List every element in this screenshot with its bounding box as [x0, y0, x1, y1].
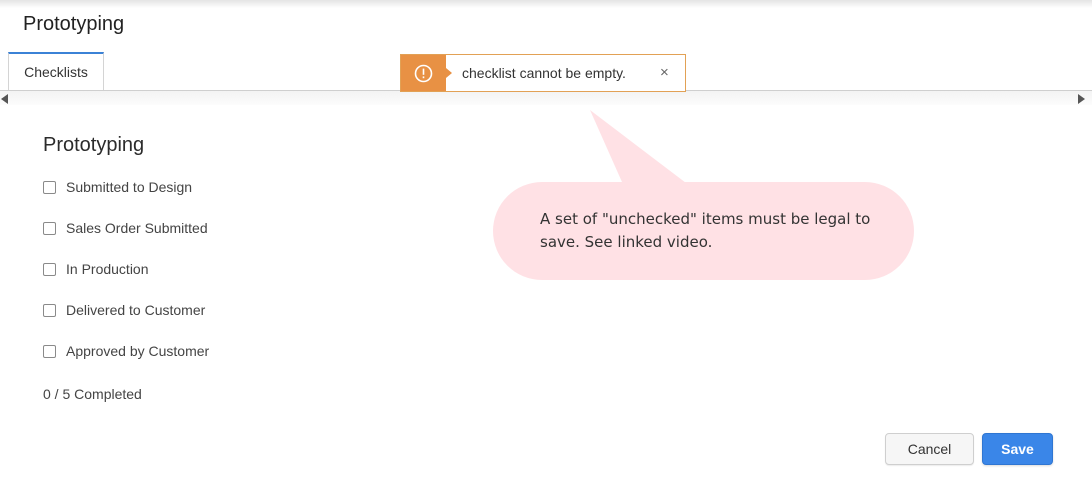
save-button[interactable]: Save — [982, 433, 1053, 465]
annotation-text: A set of "unchecked" items must be legal… — [540, 210, 871, 251]
cancel-button[interactable]: Cancel — [885, 433, 974, 465]
